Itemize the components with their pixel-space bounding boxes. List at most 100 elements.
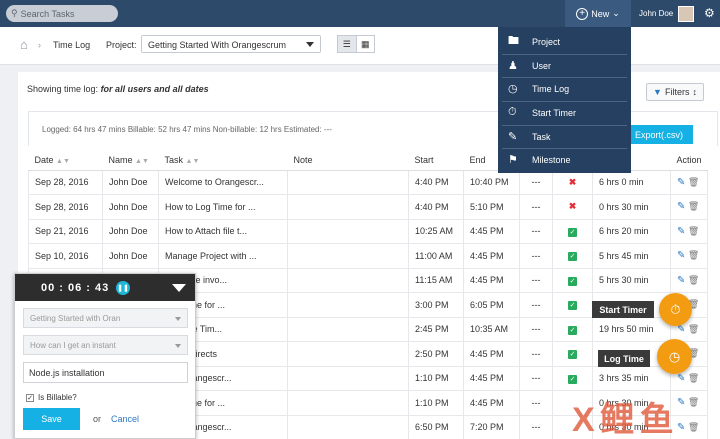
log-time-fab[interactable]: ◷ (657, 339, 692, 374)
column-header-date[interactable]: Date ▲▼ (28, 150, 103, 171)
timer-project-select[interactable]: Getting Started with Oran (23, 308, 188, 328)
trash-icon[interactable]: 🗑 (688, 373, 699, 383)
trash-icon[interactable]: 🗑 (688, 177, 699, 187)
check-icon: ✓ (568, 325, 577, 335)
cell-note (287, 341, 409, 367)
edit-icon[interactable]: ✎ (677, 177, 685, 188)
check-icon: ✓ (568, 227, 577, 237)
avatar[interactable] (678, 6, 694, 22)
cell-task[interactable]: How to Attach file t... (158, 218, 288, 244)
edit-icon[interactable]: ✎ (677, 201, 685, 212)
table-row: Sep 21, 2016 John Doe How to Attach file t… (28, 218, 709, 244)
trash-icon[interactable]: 🗑 (688, 422, 699, 432)
cell-note (287, 243, 409, 269)
trash-icon[interactable]: 🗑 (688, 324, 699, 334)
menu-item-user[interactable]: ♟ User (498, 54, 631, 77)
export-csv-button[interactable]: Export(.csv) (625, 125, 693, 144)
cell-task[interactable]: How to Log Time for ... (158, 194, 288, 220)
timer-description-input[interactable]: Node.js installation (23, 362, 188, 383)
cell-action: ✎ 🗑 (669, 169, 709, 195)
filters-button[interactable]: ▼ Filters ↕ (646, 83, 704, 101)
cell-name: John Doe (102, 169, 159, 195)
edit-icon[interactable]: ✎ (677, 373, 685, 384)
save-button[interactable]: Save (23, 408, 80, 430)
menu-item-time-log[interactable]: ◷ Time Log (498, 77, 631, 100)
pause-icon[interactable]: ❚❚ (116, 281, 130, 295)
column-header-task[interactable]: Task ▲▼ (158, 150, 288, 171)
search-placeholder: Search Tasks (20, 8, 75, 19)
edit-icon[interactable]: ✎ (677, 275, 685, 286)
menu-item-label: Milestone (532, 154, 571, 165)
check-icon: ✓ (568, 252, 577, 262)
edit-icon[interactable]: ✎ (677, 226, 685, 237)
cell-end: 6:05 PM (463, 292, 520, 318)
edit-icon[interactable]: ✎ (677, 397, 685, 408)
cell-note (287, 414, 409, 439)
collapse-triangle-icon[interactable] (172, 284, 186, 292)
users-icon: ♟ (508, 60, 518, 72)
trash-icon[interactable]: 🗑 (688, 397, 699, 407)
cell-note (287, 292, 409, 318)
search-icon: ⚲ (11, 8, 18, 18)
column-header-name[interactable]: Name ▲▼ (102, 150, 159, 171)
cross-icon: ✖ (568, 176, 577, 187)
trash-icon[interactable]: 🗑 (688, 201, 699, 211)
cell-action: ✎ 🗑 (669, 243, 709, 269)
billable-checkbox[interactable]: ✓ (26, 393, 34, 402)
check-icon: ✓ (568, 350, 577, 360)
cell-task[interactable]: Manage Project with ... (158, 243, 288, 269)
cell-note (287, 169, 409, 195)
cell-note (287, 267, 409, 293)
edit-icon[interactable]: ✎ (677, 422, 685, 433)
cancel-link[interactable]: Cancel (111, 414, 139, 424)
cell-end: 10:35 AM (463, 316, 520, 342)
clock-icon: ◷ (508, 83, 518, 95)
cell-end: 4:45 PM (463, 341, 520, 367)
cell-dash: --- (519, 365, 553, 391)
menu-item-milestone[interactable]: ⚑ Milestone (498, 148, 631, 171)
timer-task-select[interactable]: How can I get an instant (23, 335, 188, 355)
top-navbar: ⚲ Search Tasks + New ⌄ John Doe ⚙ (0, 0, 720, 27)
breadcrumb-section[interactable]: Time Log (53, 40, 90, 50)
user-name[interactable]: John Doe (639, 9, 673, 18)
sort-icon: ▲▼ (135, 157, 149, 165)
cell-date: Sep 28, 2016 (28, 169, 103, 195)
cell-end: 4:45 PM (463, 365, 520, 391)
cell-start: 6:50 PM (408, 414, 464, 439)
home-icon[interactable]: ⌂ (20, 37, 28, 52)
cell-note (287, 218, 409, 244)
cell-hours: 6 hrs 0 min (592, 169, 671, 195)
cell-end: 4:45 PM (463, 243, 520, 269)
list-view-icon[interactable]: ☰ (338, 36, 357, 52)
column-header-action: Action (670, 150, 708, 171)
start-timer-fab[interactable]: ⏱ (659, 293, 692, 326)
cell-start: 11:15 AM (408, 267, 464, 293)
cell-end: 10:40 PM (463, 169, 520, 195)
menu-item-label: User (532, 60, 552, 71)
trash-icon[interactable]: 🗑 (688, 226, 699, 236)
summary-text: Logged: 64 hrs 47 mins Billable: 52 hrs … (42, 125, 332, 134)
search-input[interactable]: ⚲ Search Tasks (6, 5, 118, 22)
cell-billable: ✓ (552, 243, 593, 269)
cell-note (287, 390, 409, 416)
trash-icon[interactable]: 🗑 (688, 250, 699, 260)
cell-name: John Doe (102, 243, 159, 269)
cell-hours: 5 hrs 30 min (592, 267, 671, 293)
menu-item-start-timer[interactable]: ⏱ Start Timer (498, 101, 631, 124)
cell-task[interactable]: Welcome to Orangescr... (158, 169, 288, 195)
project-select[interactable]: Getting Started With Orangescrum (141, 35, 321, 53)
trash-icon[interactable]: 🗑 (688, 275, 699, 285)
gear-icon[interactable]: ⚙ (704, 6, 715, 20)
menu-item-project[interactable]: 🖿 Project (498, 30, 631, 53)
or-text: or (93, 414, 102, 424)
cell-dash: --- (519, 292, 553, 318)
menu-item-task[interactable]: ✎ Task (498, 125, 631, 148)
new-button[interactable]: + New ⌄ (565, 0, 631, 27)
cell-hours: 19 hrs 50 min (592, 316, 671, 342)
column-header-label: Name (108, 154, 133, 165)
edit-icon[interactable]: ✎ (677, 250, 685, 261)
cell-date: Sep 28, 2016 (28, 194, 103, 220)
cell-dash: --- (519, 390, 553, 416)
calendar-view-icon[interactable]: ▦ (357, 36, 375, 52)
stopwatch-icon: ⏱ (670, 301, 681, 317)
